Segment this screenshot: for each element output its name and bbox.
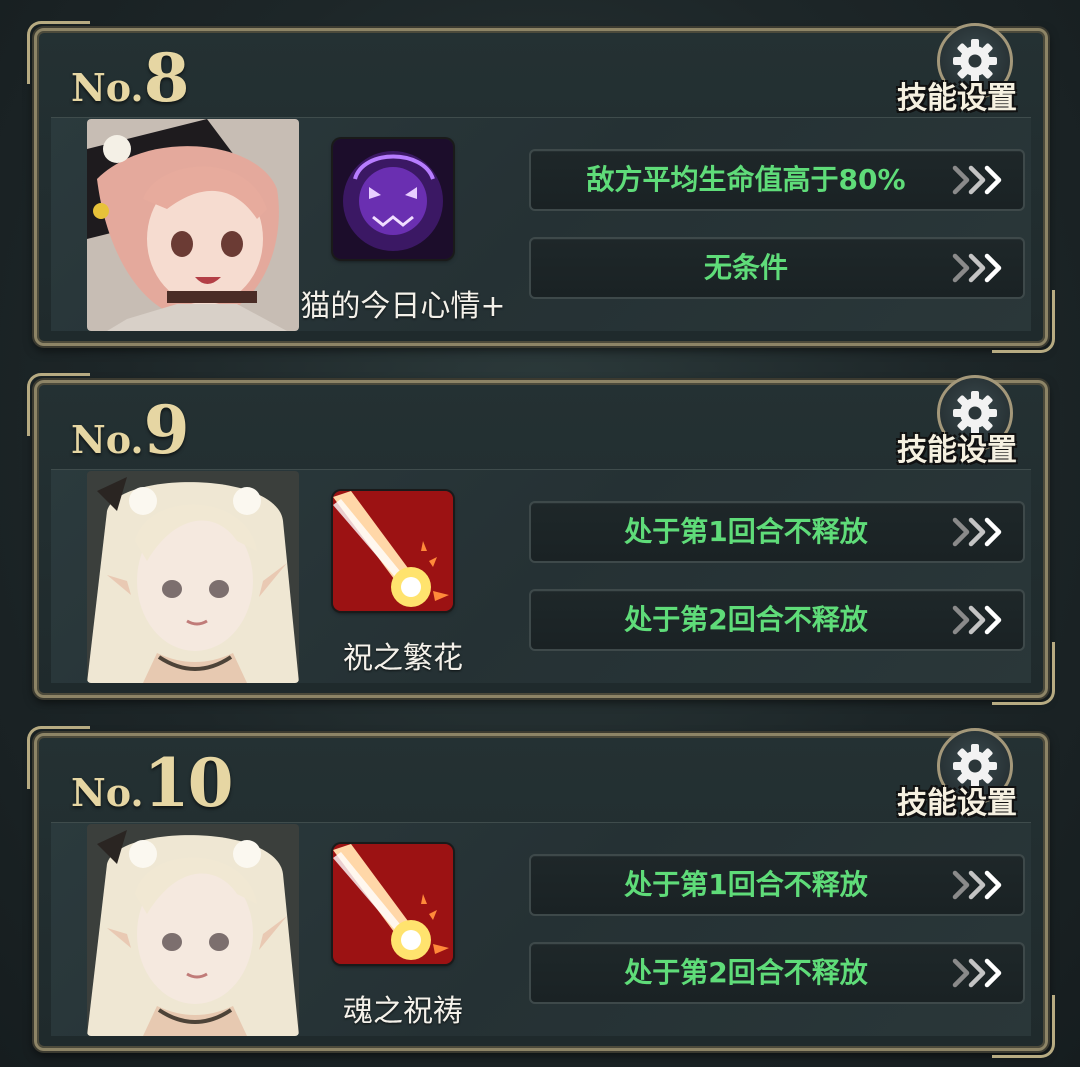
skill-card: No.9 技能设置祝之繁花 处于第1回合不释放 处于第2回合不释放 bbox=[27, 373, 1055, 705]
rank-prefix: No. bbox=[71, 65, 144, 110]
condition-arrows bbox=[951, 253, 1007, 283]
condition-arrows bbox=[951, 517, 1007, 547]
skill-settings-button[interactable]: 技能设置 bbox=[897, 375, 1017, 471]
triple-chevron-icon bbox=[952, 517, 1002, 547]
rank-label: No.8 bbox=[71, 39, 190, 117]
red-light-beam-icon bbox=[333, 491, 453, 611]
blonde-elf-portrait bbox=[87, 471, 299, 683]
condition-text: 处于第1回合不释放 bbox=[624, 868, 868, 901]
condition-button[interactable]: 处于第2回合不释放 bbox=[529, 942, 1025, 1004]
skill-card: No.8 技能设置猫的今日心情+ 敌方平均生命值高于80% 无条件 bbox=[27, 21, 1055, 353]
triple-chevron-icon bbox=[952, 253, 1002, 283]
skill-priority-list: No.8 技能设置 猫的今日心情+ 敌方平均生命值高于80% 无条件 No.9 技能设置 祝之… bbox=[0, 0, 1080, 1067]
skill-icon[interactable] bbox=[333, 844, 453, 964]
condition-text: 处于第2回合不释放 bbox=[624, 956, 868, 989]
character-portrait bbox=[87, 119, 299, 331]
triple-chevron-icon bbox=[952, 870, 1002, 900]
rank-label: No.9 bbox=[71, 391, 190, 469]
character-portrait bbox=[87, 824, 299, 1036]
blonde-elf-portrait bbox=[87, 824, 299, 1036]
condition-button[interactable]: 处于第2回合不释放 bbox=[529, 589, 1025, 651]
pink-hair-witch-portrait bbox=[87, 119, 299, 331]
triple-chevron-icon bbox=[952, 958, 1002, 988]
skill-card: No.10 技能设置魂之祝祷 处于第1回合不释放 处于第2回合不释放 bbox=[27, 726, 1055, 1058]
skill-name: 祝之繁花 bbox=[343, 641, 463, 676]
rank-label: No.10 bbox=[71, 744, 234, 822]
skill-name: 猫的今日心情+ bbox=[300, 289, 506, 324]
skill-settings-label: 技能设置 bbox=[897, 81, 1017, 116]
purple-cat-spirit-icon bbox=[333, 139, 453, 259]
condition-text: 处于第1回合不释放 bbox=[624, 515, 868, 548]
rank-number: 8 bbox=[143, 39, 190, 117]
character-portrait bbox=[87, 471, 299, 683]
skill-icon[interactable] bbox=[333, 139, 453, 259]
rank-number: 10 bbox=[143, 744, 234, 822]
triple-chevron-icon bbox=[952, 605, 1002, 635]
rank-prefix: No. bbox=[71, 417, 144, 462]
skill-settings-button[interactable]: 技能设置 bbox=[897, 728, 1017, 824]
condition-arrows bbox=[951, 165, 1007, 195]
red-light-beam-icon bbox=[333, 844, 453, 964]
condition-arrows bbox=[951, 870, 1007, 900]
condition-button[interactable]: 敌方平均生命值高于80% bbox=[529, 149, 1025, 211]
skill-settings-label: 技能设置 bbox=[897, 786, 1017, 821]
skill-name: 魂之祝祷 bbox=[343, 994, 463, 1029]
skill-settings-button[interactable]: 技能设置 bbox=[897, 23, 1017, 119]
condition-text: 处于第2回合不释放 bbox=[624, 603, 868, 636]
skill-settings-label: 技能设置 bbox=[897, 433, 1017, 468]
condition-text: 敌方平均生命值高于80% bbox=[586, 163, 906, 196]
condition-button[interactable]: 处于第1回合不释放 bbox=[529, 854, 1025, 916]
condition-arrows bbox=[951, 605, 1007, 635]
rank-prefix: No. bbox=[71, 770, 144, 815]
condition-button[interactable]: 处于第1回合不释放 bbox=[529, 501, 1025, 563]
condition-button[interactable]: 无条件 bbox=[529, 237, 1025, 299]
condition-arrows bbox=[951, 958, 1007, 988]
condition-text: 无条件 bbox=[703, 251, 788, 284]
rank-number: 9 bbox=[143, 391, 190, 469]
skill-icon[interactable] bbox=[333, 491, 453, 611]
triple-chevron-icon bbox=[952, 165, 1002, 195]
